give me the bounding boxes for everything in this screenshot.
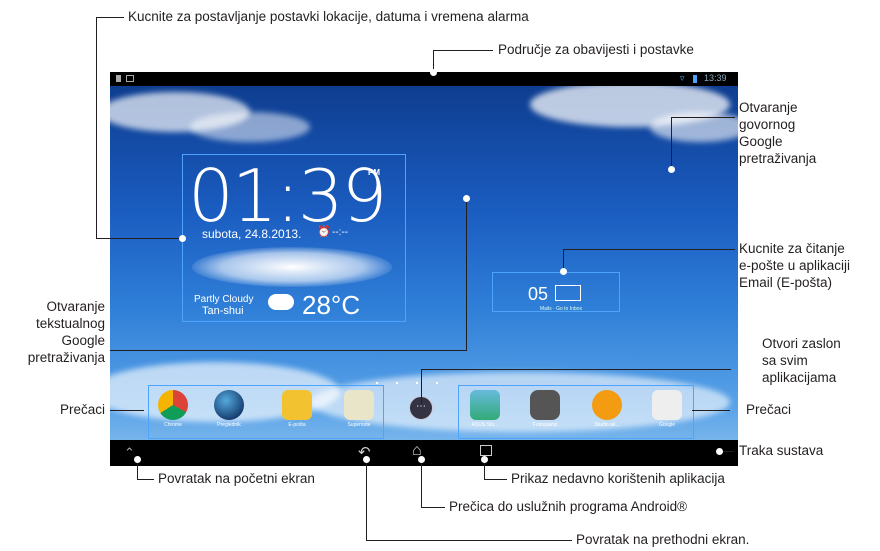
- asus-studio-icon[interactable]: [470, 390, 500, 420]
- page-indicator: [376, 382, 456, 386]
- annotation-voice-1: Otvaranje: [739, 100, 798, 115]
- envelope-icon: [555, 285, 581, 301]
- annotation-text-3: Google: [61, 333, 105, 348]
- battery-icon: [693, 75, 697, 83]
- google-folder-icon[interactable]: [652, 390, 682, 420]
- annotation-email-3: Email (E-pošta): [739, 275, 833, 290]
- camera-icon[interactable]: [530, 390, 560, 420]
- weather-city: Tan-shui: [202, 305, 244, 317]
- app-label-eposta: E-pošta: [288, 422, 306, 428]
- annotation-email-2: e-pošte u aplikaciji: [739, 258, 851, 273]
- annotation-home: Povratak na početni ekran: [158, 471, 315, 486]
- app-label-camera: Fotoaparat: [532, 422, 558, 428]
- annotation-allapps-2: sa svim: [762, 353, 808, 368]
- annotation-shortcuts-left: Prečaci: [59, 402, 105, 417]
- weather-condition: Partly Cloudy: [194, 294, 254, 305]
- clock-time: 01:39: [188, 154, 387, 238]
- browser-icon[interactable]: [214, 390, 244, 420]
- clock-ampm: PM: [368, 168, 380, 177]
- annotation-text-4: pretraživanja: [27, 350, 105, 365]
- screenshot-icon: [126, 75, 134, 82]
- annotation-notif: Područje za obavijesti i postavke: [498, 42, 694, 57]
- annotation-text-2: tekstualnog: [35, 316, 105, 331]
- weather-temp: 28°C: [302, 290, 361, 320]
- annotation-voice-3: Google: [739, 134, 783, 149]
- app-label-studio: Studio ak...: [594, 422, 620, 428]
- annotation-shortcuts-right: Prečaci: [746, 402, 792, 417]
- music-studio-icon[interactable]: [592, 390, 622, 420]
- annotation-text-1: Otvaranje: [46, 299, 105, 314]
- app-label-supernote: Supernote: [347, 422, 371, 428]
- annotation-recent: Prikaz nedavno korištenih aplikacija: [511, 471, 725, 486]
- app-label-google: Google: [658, 422, 676, 428]
- system-bar: ⌃ ↶ ⌂: [110, 440, 738, 466]
- annotation-voice-4: pretraživanja: [739, 151, 817, 166]
- status-bar[interactable]: ▿ 13:39: [110, 72, 738, 86]
- mail-count: 05: [528, 284, 549, 304]
- annotation-voice-2: govornog: [739, 117, 796, 132]
- email-app-icon[interactable]: [282, 390, 312, 420]
- status-time: 13:39: [704, 73, 727, 83]
- alarm-time: --:--: [332, 227, 349, 238]
- annotation-allapps-3: aplikacijama: [762, 370, 837, 385]
- app-label-chrome: Chrome: [164, 422, 182, 428]
- clock-date: subota, 24.8.2013.: [202, 227, 302, 241]
- supernote-icon[interactable]: [344, 390, 374, 420]
- wifi-icon: ▿: [680, 73, 685, 83]
- annotation-allapps-1: Otvori zaslon: [762, 336, 841, 351]
- annotation-alarm: Kucnite za postavljanje postavki lokacij…: [128, 9, 529, 24]
- notification-icon: [116, 75, 121, 82]
- app-label-asus: ASUS Stu...: [471, 422, 499, 428]
- alarm-clock-icon: ⏰: [317, 226, 331, 238]
- chrome-icon[interactable]: [158, 390, 188, 420]
- annotation-android: Prečica do uslužnih programa Android®: [449, 499, 688, 514]
- annotation-email-1: Kucnite za čitanje: [739, 241, 845, 256]
- app-label-preglednik: Preglednik: [217, 422, 241, 428]
- annotation-back: Povratak na prethodni ekran.: [576, 532, 750, 547]
- mail-label: Mails · Go to Inbox: [540, 306, 582, 312]
- recent-apps-icon[interactable]: [480, 445, 492, 456]
- tablet-home-screen: ▿ 13:39 01:39 PM subota, 24.8.2013. ⏰ --…: [110, 72, 738, 466]
- annotation-systembar: Traka sustava: [739, 443, 824, 458]
- cloud-sun-icon: [268, 294, 294, 310]
- weather-image: [192, 247, 392, 287]
